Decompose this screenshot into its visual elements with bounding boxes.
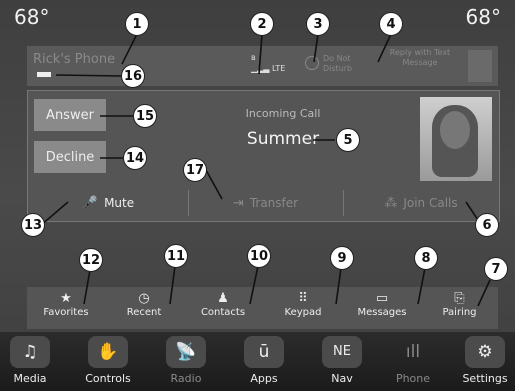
callout-2: 2	[250, 12, 274, 36]
reply-text-toggle[interactable]	[468, 50, 492, 82]
gear-icon: ⚙	[465, 336, 505, 368]
nav-pairing[interactable]: ⎘ Pairing	[421, 287, 498, 329]
temperature-right[interactable]: 68°	[466, 5, 501, 29]
callout-10: 10	[247, 244, 271, 268]
nav-label: Pairing	[442, 307, 477, 318]
phone-icon: ıll	[405, 342, 421, 362]
reply-text-button[interactable]: Reply with Text Message	[379, 48, 461, 84]
callout-16: 16	[121, 64, 145, 88]
dock-radio[interactable]: 📡 Radio	[158, 336, 214, 391]
caller-photo-face	[440, 111, 470, 149]
join-calls-icon: ⁂	[384, 195, 398, 211]
decline-button[interactable]: Decline	[34, 141, 106, 173]
do-not-disturb-button[interactable]: Do Not Disturb	[305, 48, 375, 82]
dock-label: Radio	[170, 372, 202, 385]
dock-apps[interactable]: ū Apps	[236, 336, 292, 391]
callout-9: 9	[330, 246, 354, 270]
callout-7: 7	[484, 257, 508, 281]
dock-nav[interactable]: NE Nav	[314, 336, 370, 391]
compass-icon: NE	[322, 336, 362, 368]
callout-17: 17	[183, 158, 207, 182]
callout-4: 4	[379, 12, 403, 36]
dock-controls[interactable]: ✋ Controls	[80, 336, 136, 391]
star-icon: ★	[60, 291, 72, 306]
caller-photo	[420, 97, 492, 181]
dock-settings[interactable]: ⚙ Settings	[457, 336, 513, 391]
dock-media[interactable]: ♫ Media	[2, 336, 58, 391]
phone-status-bar: Rick's Phone ʙ ▁▂▃ LTE Do Not Disturb Re…	[27, 46, 498, 86]
callout-12: 12	[79, 248, 103, 272]
dock-label: Apps	[250, 372, 278, 385]
nav-keypad[interactable]: ⠿ Keypad	[263, 287, 343, 329]
dock-label: Phone	[395, 372, 431, 385]
incoming-call-label: Incoming Call	[245, 107, 321, 120]
callout-13: 13	[21, 213, 45, 237]
callout-5: 5	[336, 128, 360, 152]
nav-recent[interactable]: ◷ Recent	[105, 287, 183, 329]
mute-button[interactable]: 🎤 Mute	[28, 186, 188, 220]
phone-nav-row: ★ Favorites ◷ Recent ♟ Contacts ⠿ Keypad…	[27, 287, 498, 329]
nav-label: Favorites	[43, 307, 89, 318]
incoming-call-panel: Answer Decline Incoming Call Summer 🎤 Mu…	[27, 90, 500, 222]
bottom-dock: ♫ Media ✋ Controls 📡 Radio ū Apps NE Nav…	[0, 332, 515, 391]
radio-icon: 📡	[166, 336, 206, 368]
bluetooth-icon: ʙ	[251, 53, 256, 62]
join-calls-button[interactable]: ⁂ Join Calls	[343, 186, 499, 220]
dock-label: Media	[13, 372, 47, 385]
dock-label: Controls	[85, 372, 131, 385]
nav-label: Messages	[357, 307, 407, 318]
music-icon: ♫	[10, 336, 50, 368]
reply-text-label: Reply with Text Message	[389, 48, 451, 67]
person-icon: ♟	[217, 291, 229, 306]
battery-icon	[37, 72, 51, 77]
pairing-icon: ⎘	[454, 291, 465, 306]
phone-screen: 68° 68° Rick's Phone ʙ ▁▂▃ LTE Do Not Di…	[0, 0, 515, 391]
callout-15: 15	[133, 104, 157, 128]
apps-icon: ū	[244, 336, 284, 368]
join-calls-label: Join Calls	[403, 196, 458, 210]
callout-6: 6	[475, 213, 499, 237]
signal-bars-icon: ▁▂▃	[251, 64, 270, 73]
controls-icon: ✋	[88, 336, 128, 368]
transfer-icon: ⇥	[232, 195, 244, 211]
transfer-label: Transfer	[249, 196, 299, 210]
answer-button[interactable]: Answer	[34, 99, 106, 131]
dock-label: Nav	[331, 372, 353, 385]
transfer-button[interactable]: ⇥ Transfer	[188, 186, 343, 220]
mic-off-icon: 🎤	[81, 195, 99, 211]
nav-label: Contacts	[200, 307, 246, 318]
signal-indicator: ʙ ▁▂▃ LTE	[251, 52, 285, 74]
callout-14: 14	[123, 146, 147, 170]
clock-icon: ◷	[138, 291, 150, 306]
do-not-disturb-icon	[305, 56, 319, 70]
callout-3: 3	[306, 12, 330, 36]
callout-11: 11	[164, 244, 188, 268]
mute-label: Mute	[104, 196, 135, 210]
message-icon: ▭	[375, 291, 389, 306]
nav-contacts[interactable]: ♟ Contacts	[183, 287, 263, 329]
call-actions-row: 🎤 Mute ⇥ Transfer ⁂ Join Calls	[28, 186, 499, 220]
callout-8: 8	[414, 246, 438, 270]
nav-messages[interactable]: ▭ Messages	[343, 287, 421, 329]
nav-favorites[interactable]: ★ Favorites	[27, 287, 105, 329]
callout-1: 1	[125, 12, 149, 36]
do-not-disturb-label: Do Not Disturb	[323, 54, 353, 73]
temperature-left[interactable]: 68°	[14, 5, 49, 29]
nav-label: Recent	[126, 307, 162, 318]
caller-name: Summer	[246, 129, 320, 149]
dock-label: Settings	[462, 372, 508, 385]
nav-label: Keypad	[284, 307, 322, 318]
connected-phone-name[interactable]: Rick's Phone	[33, 52, 115, 67]
keypad-icon: ⠿	[298, 291, 308, 306]
dock-phone[interactable]: ıll Phone	[385, 336, 441, 391]
network-type: LTE	[272, 64, 286, 73]
